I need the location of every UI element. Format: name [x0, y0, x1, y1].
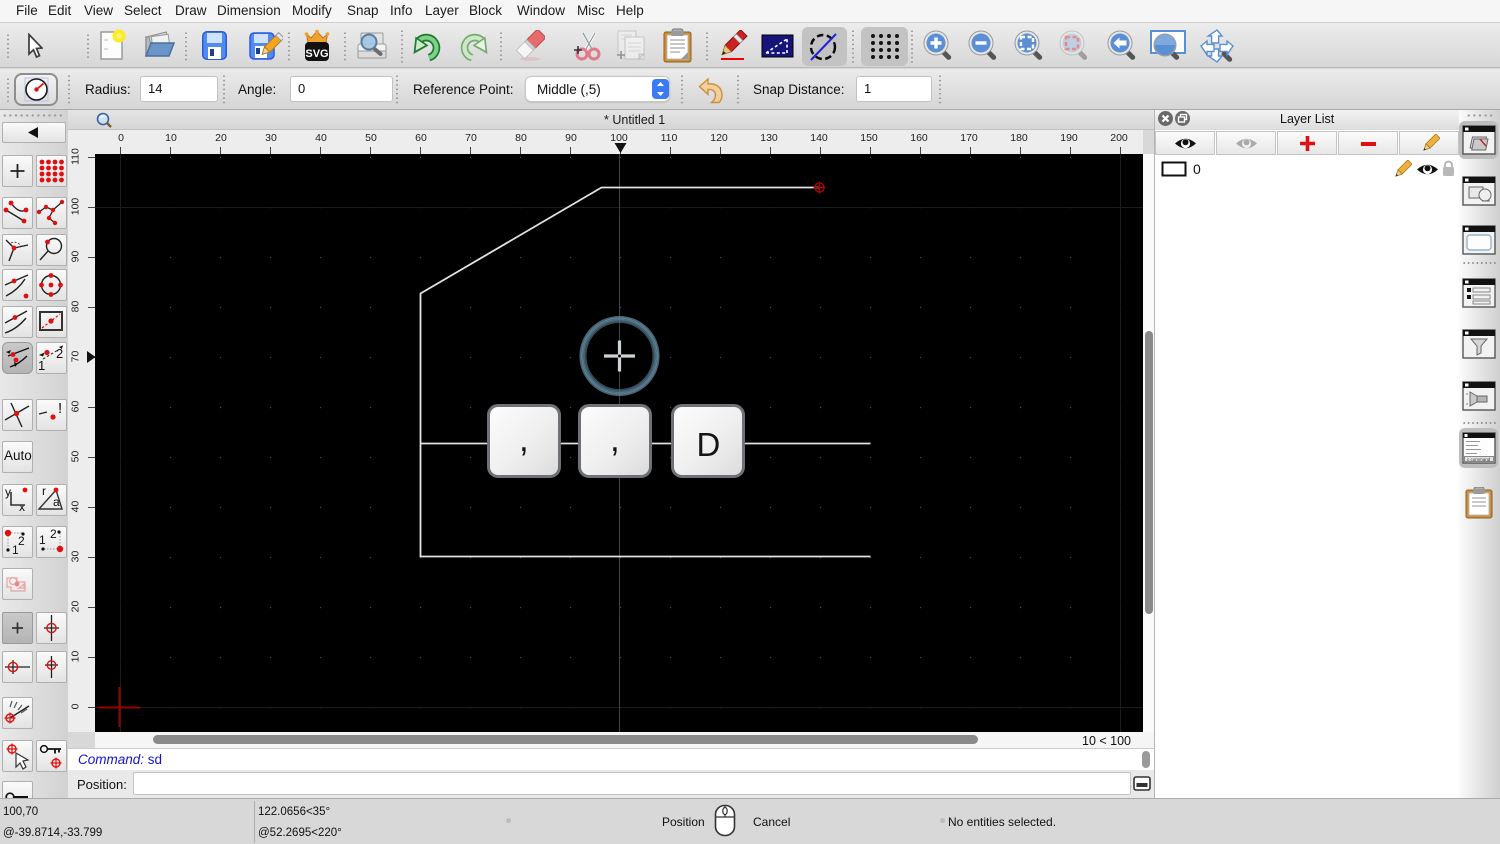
- svg-text:a: a: [53, 495, 60, 509]
- svg-text:1: 1: [38, 358, 45, 373]
- svg-text:y: y: [5, 485, 11, 499]
- svg-text:x: x: [19, 500, 25, 514]
- svg-text:SVG: SVG: [305, 48, 328, 60]
- svg-text:1: 1: [39, 533, 46, 547]
- svg-text:r: r: [42, 484, 46, 498]
- svg-text:!: !: [58, 400, 62, 417]
- svg-text:2: 2: [18, 534, 25, 548]
- svg-text:2: 2: [50, 527, 57, 541]
- svg-text:2: 2: [56, 346, 63, 361]
- svg-text:c command: c command: [1467, 457, 1491, 462]
